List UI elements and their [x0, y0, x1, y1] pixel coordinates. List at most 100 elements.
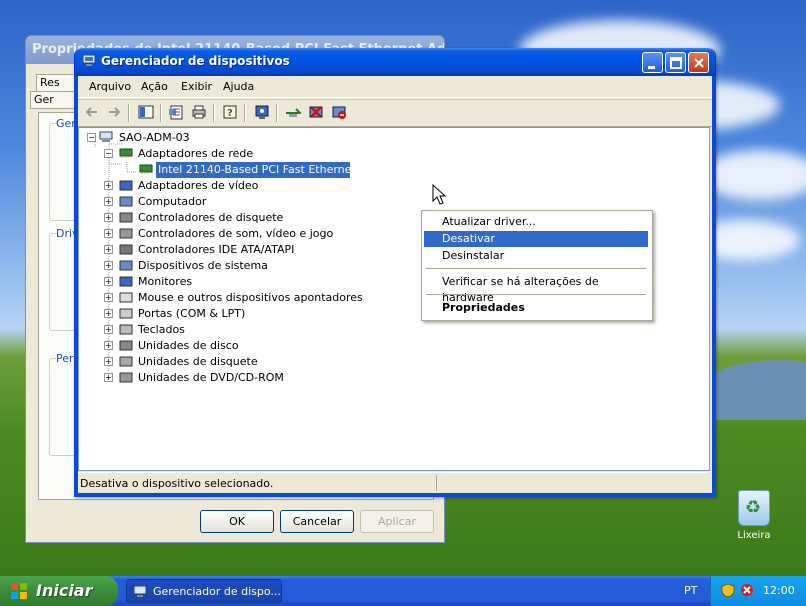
expand-toggle[interactable]: + [104, 197, 113, 206]
forward-arrow-icon[interactable] [106, 104, 122, 120]
taskbar-item-label: Gerenciador de dispo... [153, 585, 281, 598]
selected-device[interactable]: Intel 21140-Based PCI Fast Ethernet Adap… [156, 162, 350, 178]
expand-toggle[interactable]: + [104, 373, 113, 382]
expand-toggle[interactable]: + [104, 293, 113, 302]
device-category-icon [119, 196, 133, 207]
security-shield-icon[interactable] [721, 583, 735, 598]
device-category-icon [119, 244, 133, 255]
expand-toggle[interactable]: + [104, 261, 113, 270]
expand-toggle[interactable]: + [104, 213, 113, 222]
menu-arquivo[interactable]: Arquivo [89, 80, 131, 93]
tree-category[interactable]: Unidades de disco [138, 338, 239, 354]
device-category-icon [119, 372, 133, 383]
close-button[interactable] [688, 52, 709, 73]
collapse-toggle[interactable]: − [104, 149, 113, 158]
device-category-icon [119, 308, 133, 319]
device-category-icon [119, 180, 133, 191]
console-tree-icon[interactable] [138, 104, 154, 120]
tree-root[interactable]: SAO-ADM-03 [119, 130, 190, 146]
apply-button[interactable]: Aplicar [360, 510, 434, 533]
device-category-icon [119, 212, 133, 223]
menu-acao[interactable]: Ação [141, 80, 168, 93]
uninstall-icon[interactable] [308, 104, 324, 120]
help-icon[interactable]: ? [222, 104, 238, 120]
context-menu: Atualizar driver... Desativar Desinstala… [421, 210, 653, 321]
start-label: Iniciar [36, 581, 93, 600]
mouse-cursor-icon [432, 184, 446, 205]
expand-toggle[interactable]: + [104, 245, 113, 254]
title-bar[interactable]: Gerenciador de dispositivos [75, 48, 715, 76]
expand-toggle[interactable]: + [104, 309, 113, 318]
computer-icon [82, 54, 96, 66]
expand-toggle[interactable]: + [104, 341, 113, 350]
tree-category[interactable]: Adaptadores de vídeo [138, 178, 258, 194]
status-text: Desativa o dispositivo selecionado. [80, 477, 274, 490]
expand-toggle[interactable]: + [104, 181, 113, 190]
status-bar: Desativa o dispositivo selecionado. [78, 472, 708, 493]
taskbar-item-device-manager[interactable]: Gerenciador de dispo... [126, 579, 282, 603]
tree-category[interactable]: Mouse e outros dispositivos apontadores [138, 290, 363, 306]
tree-category[interactable]: Controladores de som, vídeo e jogo [138, 226, 333, 242]
cancel-button[interactable]: Cancelar [280, 510, 354, 533]
device-category-icon [119, 228, 133, 239]
clock[interactable]: 12:00 [763, 584, 795, 597]
system-tray: 12:00 [710, 576, 806, 606]
expand-toggle[interactable]: + [104, 229, 113, 238]
network-card-icon [139, 164, 153, 174]
tree-category[interactable]: Controladores IDE ATA/ATAPI [138, 242, 294, 258]
toolbar: ? [78, 99, 712, 127]
expand-toggle[interactable]: + [104, 357, 113, 366]
expand-toggle[interactable]: + [104, 325, 113, 334]
taskbar: Iniciar Gerenciador de dispo... PT 12:00 [0, 576, 806, 606]
recycle-bin[interactable]: Lixeira [732, 490, 776, 541]
computer-icon [99, 131, 113, 142]
network-card-icon [119, 148, 133, 158]
update-driver-icon[interactable] [285, 104, 301, 120]
svg-text:?: ? [227, 108, 233, 119]
device-category-icon [119, 340, 133, 351]
computer-icon [133, 585, 147, 597]
tree-category[interactable]: Monitores [138, 274, 192, 290]
minimize-icon [648, 66, 655, 69]
category-network-adapters[interactable]: Adaptadores de rede [138, 146, 253, 162]
start-button[interactable]: Iniciar [0, 576, 118, 606]
scan-hardware-icon[interactable] [254, 104, 270, 120]
minimize-button[interactable] [642, 52, 663, 73]
tree-category[interactable]: Unidades de DVD/CD-ROM [138, 370, 284, 386]
ok-button[interactable]: OK [200, 510, 274, 533]
tree-category[interactable]: Controladores de disquete [138, 210, 283, 226]
menu-ajuda[interactable]: Ajuda [223, 80, 254, 93]
recycle-bin-icon [738, 490, 770, 526]
security-alert-icon[interactable] [740, 583, 754, 597]
tree-category[interactable]: Portas (COM & LPT) [138, 306, 245, 322]
menu-scan-hardware[interactable]: Verificar se há alterações de hardware [424, 274, 648, 304]
disable-device-icon[interactable] [331, 104, 347, 120]
tree-category[interactable]: Unidades de disquete [138, 354, 258, 370]
device-category-icon [119, 276, 133, 287]
windows-logo-icon [11, 583, 27, 599]
menu-properties[interactable]: Propriedades [424, 300, 648, 316]
window-title: Gerenciador de dispositivos [101, 54, 290, 68]
tree-category[interactable]: Computador [138, 194, 206, 210]
print-icon[interactable] [191, 104, 207, 120]
properties-icon[interactable] [168, 104, 184, 120]
menu-exibir[interactable]: Exibir [181, 80, 212, 93]
tree-category[interactable]: Dispositivos de sistema [138, 258, 268, 274]
device-category-icon [119, 356, 133, 367]
device-category-icon [119, 292, 133, 303]
menu-disable[interactable]: Desativar [424, 231, 648, 247]
collapse-toggle[interactable]: − [87, 133, 96, 142]
close-icon [694, 58, 704, 68]
recycle-bin-label: Lixeira [737, 530, 771, 541]
device-manager-window[interactable]: Gerenciador de dispositivos Arquivo Ação… [74, 48, 716, 497]
language-indicator[interactable]: PT [684, 584, 697, 597]
expand-toggle[interactable]: + [104, 277, 113, 286]
menu-update-driver[interactable]: Atualizar driver... [424, 214, 648, 230]
back-arrow-icon[interactable] [84, 104, 100, 120]
tree-category[interactable]: Teclados [138, 322, 185, 338]
menu-uninstall[interactable]: Desinstalar [424, 248, 648, 264]
tab-general[interactable]: Ger [30, 91, 75, 109]
device-category-icon [119, 260, 133, 271]
maximize-button[interactable] [665, 52, 686, 73]
device-category-icon [119, 324, 133, 335]
